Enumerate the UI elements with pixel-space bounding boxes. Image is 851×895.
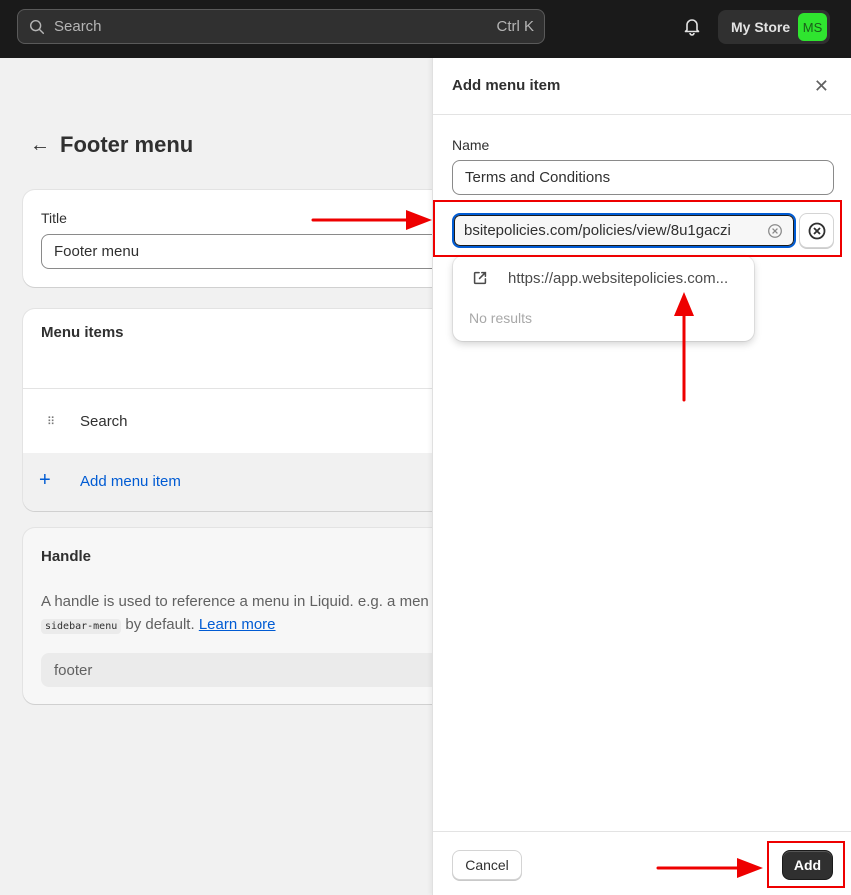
search-shortcut: Ctrl K [496, 18, 535, 35]
page-header: ← Footer menu [30, 132, 193, 158]
handle-input[interactable]: footer [41, 653, 463, 687]
drawer-header: Add menu item ✕ [433, 58, 851, 115]
search-bar[interactable]: Search Ctrl K [17, 9, 545, 44]
title-input[interactable]: Footer menu [41, 234, 463, 269]
menu-items-heading: Menu items [41, 324, 124, 341]
store-name: My Store [731, 19, 791, 35]
handle-heading: Handle [41, 548, 92, 565]
name-input[interactable]: Terms and Conditions [452, 160, 834, 195]
avatar: MS [798, 13, 827, 41]
annotation-box-add-button [767, 841, 845, 888]
learn-more-link[interactable]: Learn more [199, 616, 276, 633]
drag-handle-icon[interactable]: ⠿ [47, 415, 55, 428]
back-arrow-icon[interactable]: ← [30, 134, 50, 157]
bell-icon[interactable] [682, 16, 702, 36]
no-results-text: No results [469, 310, 533, 326]
store-menu-button[interactable]: My Store MS [718, 10, 830, 44]
drawer-title: Add menu item [452, 77, 561, 94]
menu-item-row[interactable]: ⠿ Search [23, 389, 463, 453]
code-snippet: sidebar-menu [41, 619, 122, 634]
suggestion-url: https://app.websitepolicies.com... [508, 269, 729, 287]
plus-icon: + [39, 469, 51, 491]
name-label: Name [452, 137, 490, 153]
add-menu-item-drawer: Add menu item ✕ Name Terms and Condition… [432, 58, 851, 895]
add-menu-item-row[interactable]: + Add menu item [23, 453, 463, 511]
help-text: A handle is used to reference a menu in … [41, 593, 429, 610]
search-placeholder: Search [54, 18, 102, 35]
handle-card: Handle A handle is used to reference a m… [23, 528, 463, 704]
close-icon[interactable]: ✕ [814, 76, 829, 97]
cancel-button[interactable]: Cancel [452, 850, 522, 880]
add-menu-item-link[interactable]: Add menu item [80, 473, 181, 490]
menu-item-label: Search [80, 412, 128, 430]
suggestion-item[interactable]: https://app.websitepolicies.com... [453, 260, 754, 296]
menu-items-card: Menu items ⠿ Search + Add menu item [23, 309, 463, 511]
title-label: Title [41, 210, 67, 226]
handle-help-text: A handle is used to reference a menu in … [41, 590, 463, 638]
annotation-box-link-input [433, 200, 842, 257]
link-suggestions-dropdown: https://app.websitepolicies.com... No re… [453, 256, 754, 341]
top-bar: Search Ctrl K My Store MS [0, 0, 851, 58]
search-icon [29, 19, 45, 34]
help-suffix: by default. [121, 616, 199, 633]
external-link-icon [473, 271, 487, 285]
title-card: Title Footer menu [23, 190, 463, 287]
page-title: Footer menu [60, 132, 194, 157]
